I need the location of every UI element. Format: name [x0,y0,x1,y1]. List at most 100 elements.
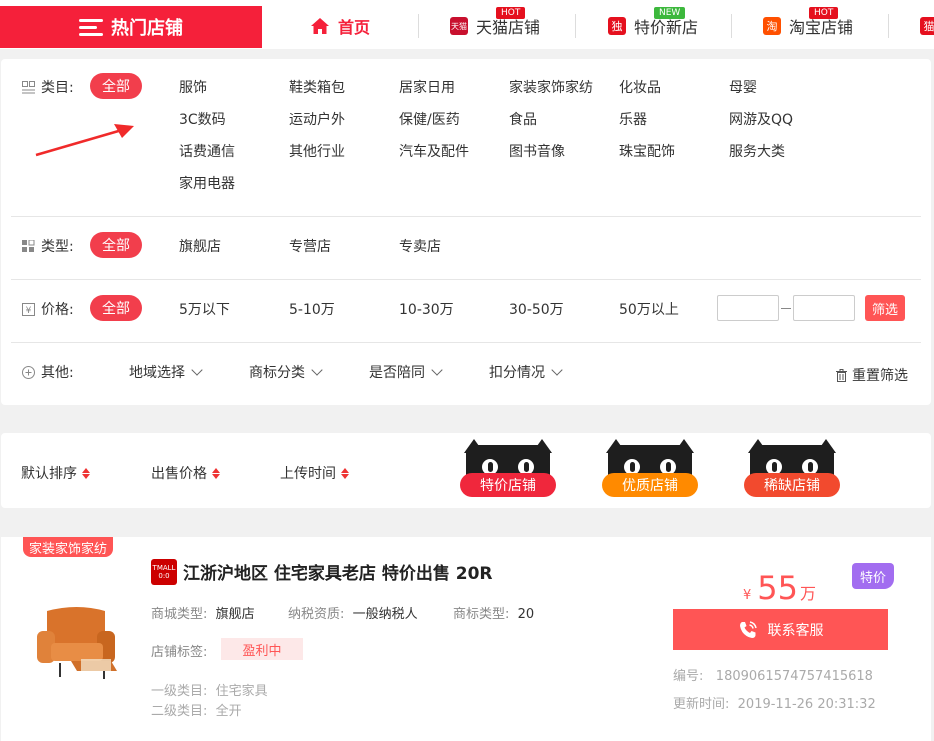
rare-stores-badge[interactable]: 稀缺店铺 [744,439,840,497]
chevron-down-icon [551,364,563,376]
category-tag: 家装家饰家纺 [23,537,114,557]
listing-id: 编号: 1809061574757415618 [673,669,873,684]
price-option[interactable]: 10-30万 [399,299,454,319]
category-option[interactable]: 鞋类箱包 [289,77,345,97]
hot-stores-button[interactable]: 热门店铺 [0,6,262,48]
price-option[interactable]: 5-10万 [289,299,335,319]
category-option[interactable]: 化妆品 [619,77,661,97]
trademark-dropdown[interactable]: 商标分类 [249,362,323,382]
badge-label: 优质店铺 [602,473,698,497]
category-option[interactable]: 珠宝配饰 [619,141,675,161]
tab-tmall-stores[interactable]: HOT 天猫 天猫店铺 [450,7,540,39]
price-tag-icon: ¥ [22,302,35,316]
contact-service-button[interactable]: 联系客服 [673,609,888,650]
category-option[interactable]: 3C数码 [179,109,226,129]
sort-price[interactable]: 出售价格 [151,463,220,483]
category-option[interactable]: 食品 [509,109,537,129]
reset-filters-button[interactable]: 重置筛选 [835,365,908,385]
category-option[interactable]: 家用电器 [179,173,235,193]
exclusive-icon: 独 [608,17,626,35]
blocks-icon [22,239,35,252]
listing-title[interactable]: 江浙沪地区 住宅家具老店 特价出售 20R [183,559,493,584]
price-label: ¥ 价格: [22,299,74,319]
category-option[interactable]: 母婴 [729,77,757,97]
price-option[interactable]: 50万以上 [619,299,679,319]
hot-badge: HOT [496,7,526,19]
new-badge: NEW [654,7,686,19]
chevron-down-icon [311,364,323,376]
hot-stores-label: 热门店铺 [111,18,183,39]
type-option[interactable]: 专营店 [289,236,331,256]
price-min-input[interactable] [717,295,779,321]
tab-discount-new[interactable]: NEW 独 特价新店 [608,7,698,39]
mall-type: 商城类型: 旗舰店 [151,607,255,622]
store-tag-label: 店铺标签: [151,645,208,660]
filter-panel: 类目: 全部 服饰 鞋类箱包 居家日用 家装家饰家纺 化妆品 母婴 3C数码 运… [1,59,931,405]
region-dropdown[interactable]: 地域选择 [129,362,203,382]
deduction-dropdown[interactable]: 扣分情况 [489,362,563,382]
svg-text:¥: ¥ [26,306,32,316]
category-option[interactable]: 其他行业 [289,141,345,161]
category-option[interactable]: 话费通信 [179,141,235,161]
trademark-type: 商标类型: 20 [453,607,535,622]
category-option[interactable]: 图书音像 [509,141,565,161]
category-option[interactable]: 乐器 [619,109,647,129]
discount-stores-badge[interactable]: 特价店铺 [460,439,556,497]
category-option[interactable]: 服务大类 [729,141,785,161]
home-icon [311,18,329,34]
sort-bar: 默认排序 出售价格 上传时间 特价店铺 优质店铺 稀缺店铺 [1,433,931,508]
type-option[interactable]: 旗舰店 [179,236,221,256]
top-nav: 热门店铺 首页 HOT 天猫 天猫店铺 NEW 独 特价新店 HOT 淘 淘宝店… [0,0,934,49]
badge-label: 稀缺店铺 [744,473,840,497]
category-option[interactable]: 家装家饰家纺 [509,77,593,97]
tmall-logo: TMALL 0:0 [151,559,177,585]
annotation-arrow-icon [35,124,134,157]
category-option[interactable]: 居家日用 [399,77,455,97]
chevron-down-icon [191,364,203,376]
type-label: 类型: [22,236,74,256]
tax-qualification: 纳税资质: 一般纳税人 [288,607,418,622]
listing-updated-time: 更新时间: 2019-11-26 20:31:32 [673,697,876,712]
sort-arrows-icon [212,467,220,479]
price-option[interactable]: 5万以下 [179,299,230,319]
cat-icon: 猫 [920,17,934,35]
category-option[interactable]: 运动户外 [289,109,345,129]
sort-arrows-icon [82,467,90,479]
tmall-icon: 天猫 [450,17,468,35]
category-level-1: 一级类目: 住宅家具 [151,684,268,699]
category-option[interactable]: 汽车及配件 [399,141,469,161]
tab-home-label: 首页 [338,18,371,37]
filter-button[interactable]: 筛选 [865,295,905,321]
plus-circle-icon [22,365,35,379]
tab-taobao-stores[interactable]: HOT 淘 淘宝店铺 [763,7,853,39]
hot-badge: HOT [809,7,839,19]
price-max-input[interactable] [793,295,855,321]
category-level-2: 二级类目: 全开 [151,704,242,719]
price-all-pill[interactable]: 全部 [90,295,142,321]
taobao-icon: 淘 [763,17,781,35]
other-label: 其他: [22,362,74,382]
sort-default[interactable]: 默认排序 [21,463,90,483]
menu-icon [79,18,103,36]
badge-label: 特价店铺 [460,473,556,497]
quality-stores-badge[interactable]: 优质店铺 [602,439,698,497]
price-option[interactable]: 30-50万 [509,299,564,319]
category-option[interactable]: 服饰 [179,77,207,97]
special-price-badge: 特价 [852,563,894,589]
type-all-pill[interactable]: 全部 [90,232,142,258]
sofa-image [37,607,117,679]
listing-price: ¥ 55 万 [743,569,817,607]
profit-tag: 盈利中 [221,638,303,660]
grid-icon [22,80,35,93]
tab-home[interactable]: 首页 [310,13,370,39]
sort-arrows-icon [341,467,349,479]
sort-upload-time[interactable]: 上传时间 [280,463,349,483]
category-option[interactable]: 保健/医药 [399,109,460,129]
category-option[interactable]: 网游及QQ [729,109,793,129]
phone-icon [739,620,757,638]
type-option[interactable]: 专卖店 [399,236,441,256]
tab-more[interactable]: 猫 [920,13,934,39]
store-listing-card[interactable]: 家装家饰家纺 TMALL 0:0 江浙沪地区 住宅家具老店 特价出售 20R 商… [1,537,931,741]
category-all-pill[interactable]: 全部 [90,73,142,99]
accompany-dropdown[interactable]: 是否陪同 [369,362,443,382]
